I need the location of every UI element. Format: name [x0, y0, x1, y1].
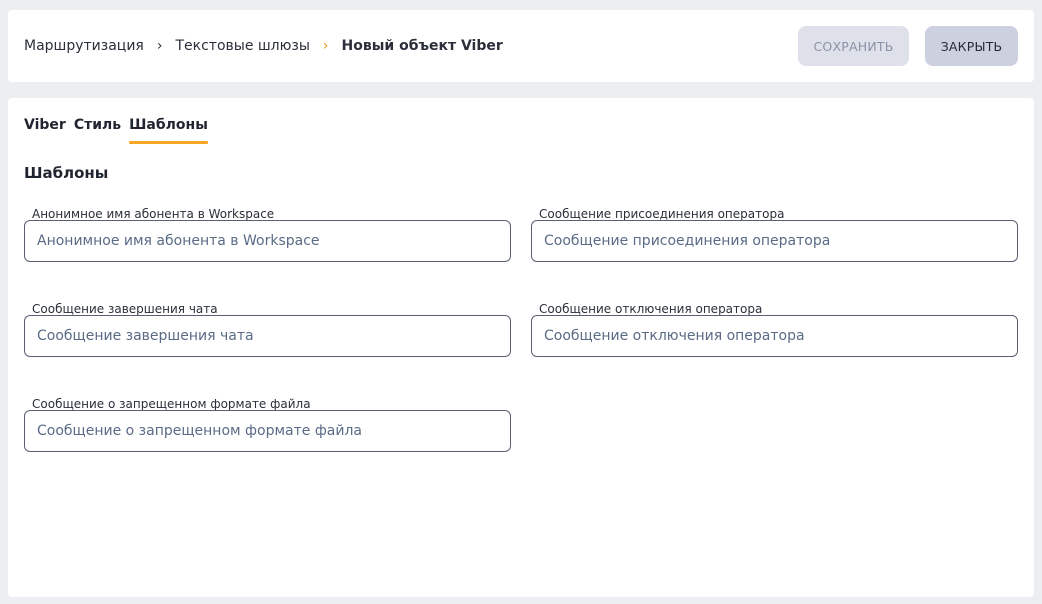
- field-label: Сообщение завершения чата: [32, 302, 218, 316]
- chat-end-message-input[interactable]: [24, 315, 511, 357]
- tab-style[interactable]: Стиль: [74, 117, 121, 141]
- operator-join-message-input[interactable]: [531, 220, 1018, 262]
- main-panel: Viber Стиль Шаблоны Шаблоны Анонимное им…: [8, 98, 1034, 597]
- page-header: Маршрутизация › Текстовые шлюзы › Новый …: [8, 10, 1034, 82]
- save-button[interactable]: СОХРАНИТЬ: [798, 26, 909, 66]
- breadcrumb-item-routing[interactable]: Маршрутизация: [24, 38, 144, 54]
- field-label: Сообщение отключения оператора: [539, 302, 763, 316]
- tab-viber[interactable]: Viber: [24, 117, 66, 141]
- field-label: Сообщение о запрещенном формате файла: [32, 397, 311, 411]
- field-label: Анонимное имя абонента в Workspace: [32, 207, 275, 221]
- chevron-right-icon: ›: [156, 38, 163, 54]
- breadcrumb-item-current: Новый объект Viber: [341, 38, 503, 54]
- field-label: Сообщение присоединения оператора: [539, 207, 785, 221]
- tab-bar: Viber Стиль Шаблоны: [24, 117, 216, 144]
- close-button[interactable]: ЗАКРЫТЬ: [925, 26, 1018, 66]
- tab-templates[interactable]: Шаблоны: [129, 117, 208, 144]
- operator-leave-message-input[interactable]: [531, 315, 1018, 357]
- section-title: Шаблоны: [24, 164, 109, 182]
- breadcrumb: Маршрутизация › Текстовые шлюзы › Новый …: [24, 10, 503, 82]
- forbidden-file-format-message-input[interactable]: [24, 410, 511, 452]
- chevron-right-icon: ›: [322, 38, 329, 54]
- anonymous-name-input[interactable]: [24, 220, 511, 262]
- breadcrumb-item-text-gateways[interactable]: Текстовые шлюзы: [175, 38, 309, 54]
